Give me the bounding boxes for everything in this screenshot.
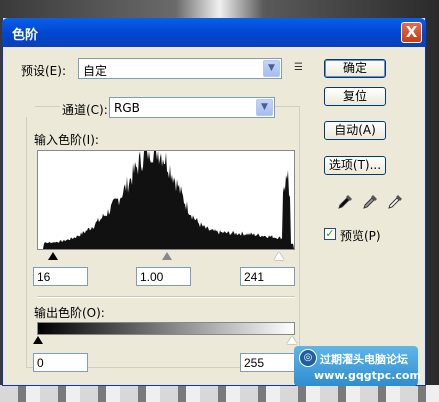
preset-value: 自定 bbox=[83, 64, 108, 78]
gray-eyedropper-icon[interactable] bbox=[362, 192, 380, 210]
close-button[interactable]: X bbox=[401, 22, 422, 43]
input-black-field[interactable] bbox=[33, 267, 88, 286]
black-eyedropper-icon[interactable] bbox=[337, 192, 355, 210]
input-black-slider[interactable] bbox=[48, 252, 58, 260]
output-gradient-bar bbox=[37, 322, 295, 335]
window-title: 色阶 bbox=[12, 28, 39, 43]
output-black-slider[interactable] bbox=[33, 336, 43, 344]
output-white-slider[interactable] bbox=[287, 336, 297, 344]
histogram-graph bbox=[38, 151, 294, 249]
watermark-url: www.gqgtpc.com bbox=[314, 369, 421, 382]
ok-button[interactable]: 确定 bbox=[324, 59, 386, 78]
output-white-field[interactable] bbox=[240, 353, 295, 372]
title-bar[interactable]: 色阶 X bbox=[2, 18, 426, 47]
preset-options-icon[interactable]: ☰ bbox=[294, 62, 306, 73]
preview-label: 预览(P) bbox=[340, 229, 381, 243]
forum-logo-icon: ◎ bbox=[299, 349, 317, 367]
output-black-field[interactable] bbox=[33, 353, 88, 372]
histogram-area bbox=[38, 151, 294, 249]
input-gamma-slider[interactable] bbox=[162, 252, 172, 260]
channel-select[interactable]: RGB ▼ bbox=[109, 97, 275, 118]
auto-button[interactable]: 自动(A) bbox=[324, 121, 386, 140]
check-icon: ✓ bbox=[325, 227, 335, 240]
white-eyedropper-icon[interactable] bbox=[387, 192, 405, 210]
chevron-down-icon: ▼ bbox=[263, 60, 280, 77]
input-white-slider[interactable] bbox=[274, 252, 284, 260]
chevron-down-icon: ▼ bbox=[256, 99, 273, 116]
preset-label: 预设(E): bbox=[21, 64, 66, 78]
background-photo-bottom bbox=[0, 385, 439, 402]
channel-label: 通道(C): bbox=[60, 101, 110, 118]
divider bbox=[37, 296, 295, 298]
watermark-title: 过期濯头电脑论坛 bbox=[320, 353, 408, 366]
histogram bbox=[37, 150, 295, 250]
input-gamma-field[interactable] bbox=[136, 267, 191, 286]
input-levels-label: 输入色阶(I): bbox=[34, 133, 99, 147]
input-white-field[interactable] bbox=[240, 267, 295, 286]
preset-select[interactable]: 自定 ▼ bbox=[78, 58, 282, 79]
reset-button[interactable]: 复位 bbox=[324, 87, 386, 106]
preview-checkbox[interactable]: ✓ bbox=[324, 228, 336, 240]
output-levels-label: 输出色阶(O): bbox=[34, 306, 105, 320]
watermark-banner: ◎ 过期濯头电脑论坛 www.gqgtpc.com bbox=[294, 346, 421, 386]
channel-value: RGB bbox=[114, 101, 140, 115]
options-button[interactable]: 选项(T)... bbox=[324, 156, 386, 175]
close-icon: X bbox=[405, 23, 418, 41]
